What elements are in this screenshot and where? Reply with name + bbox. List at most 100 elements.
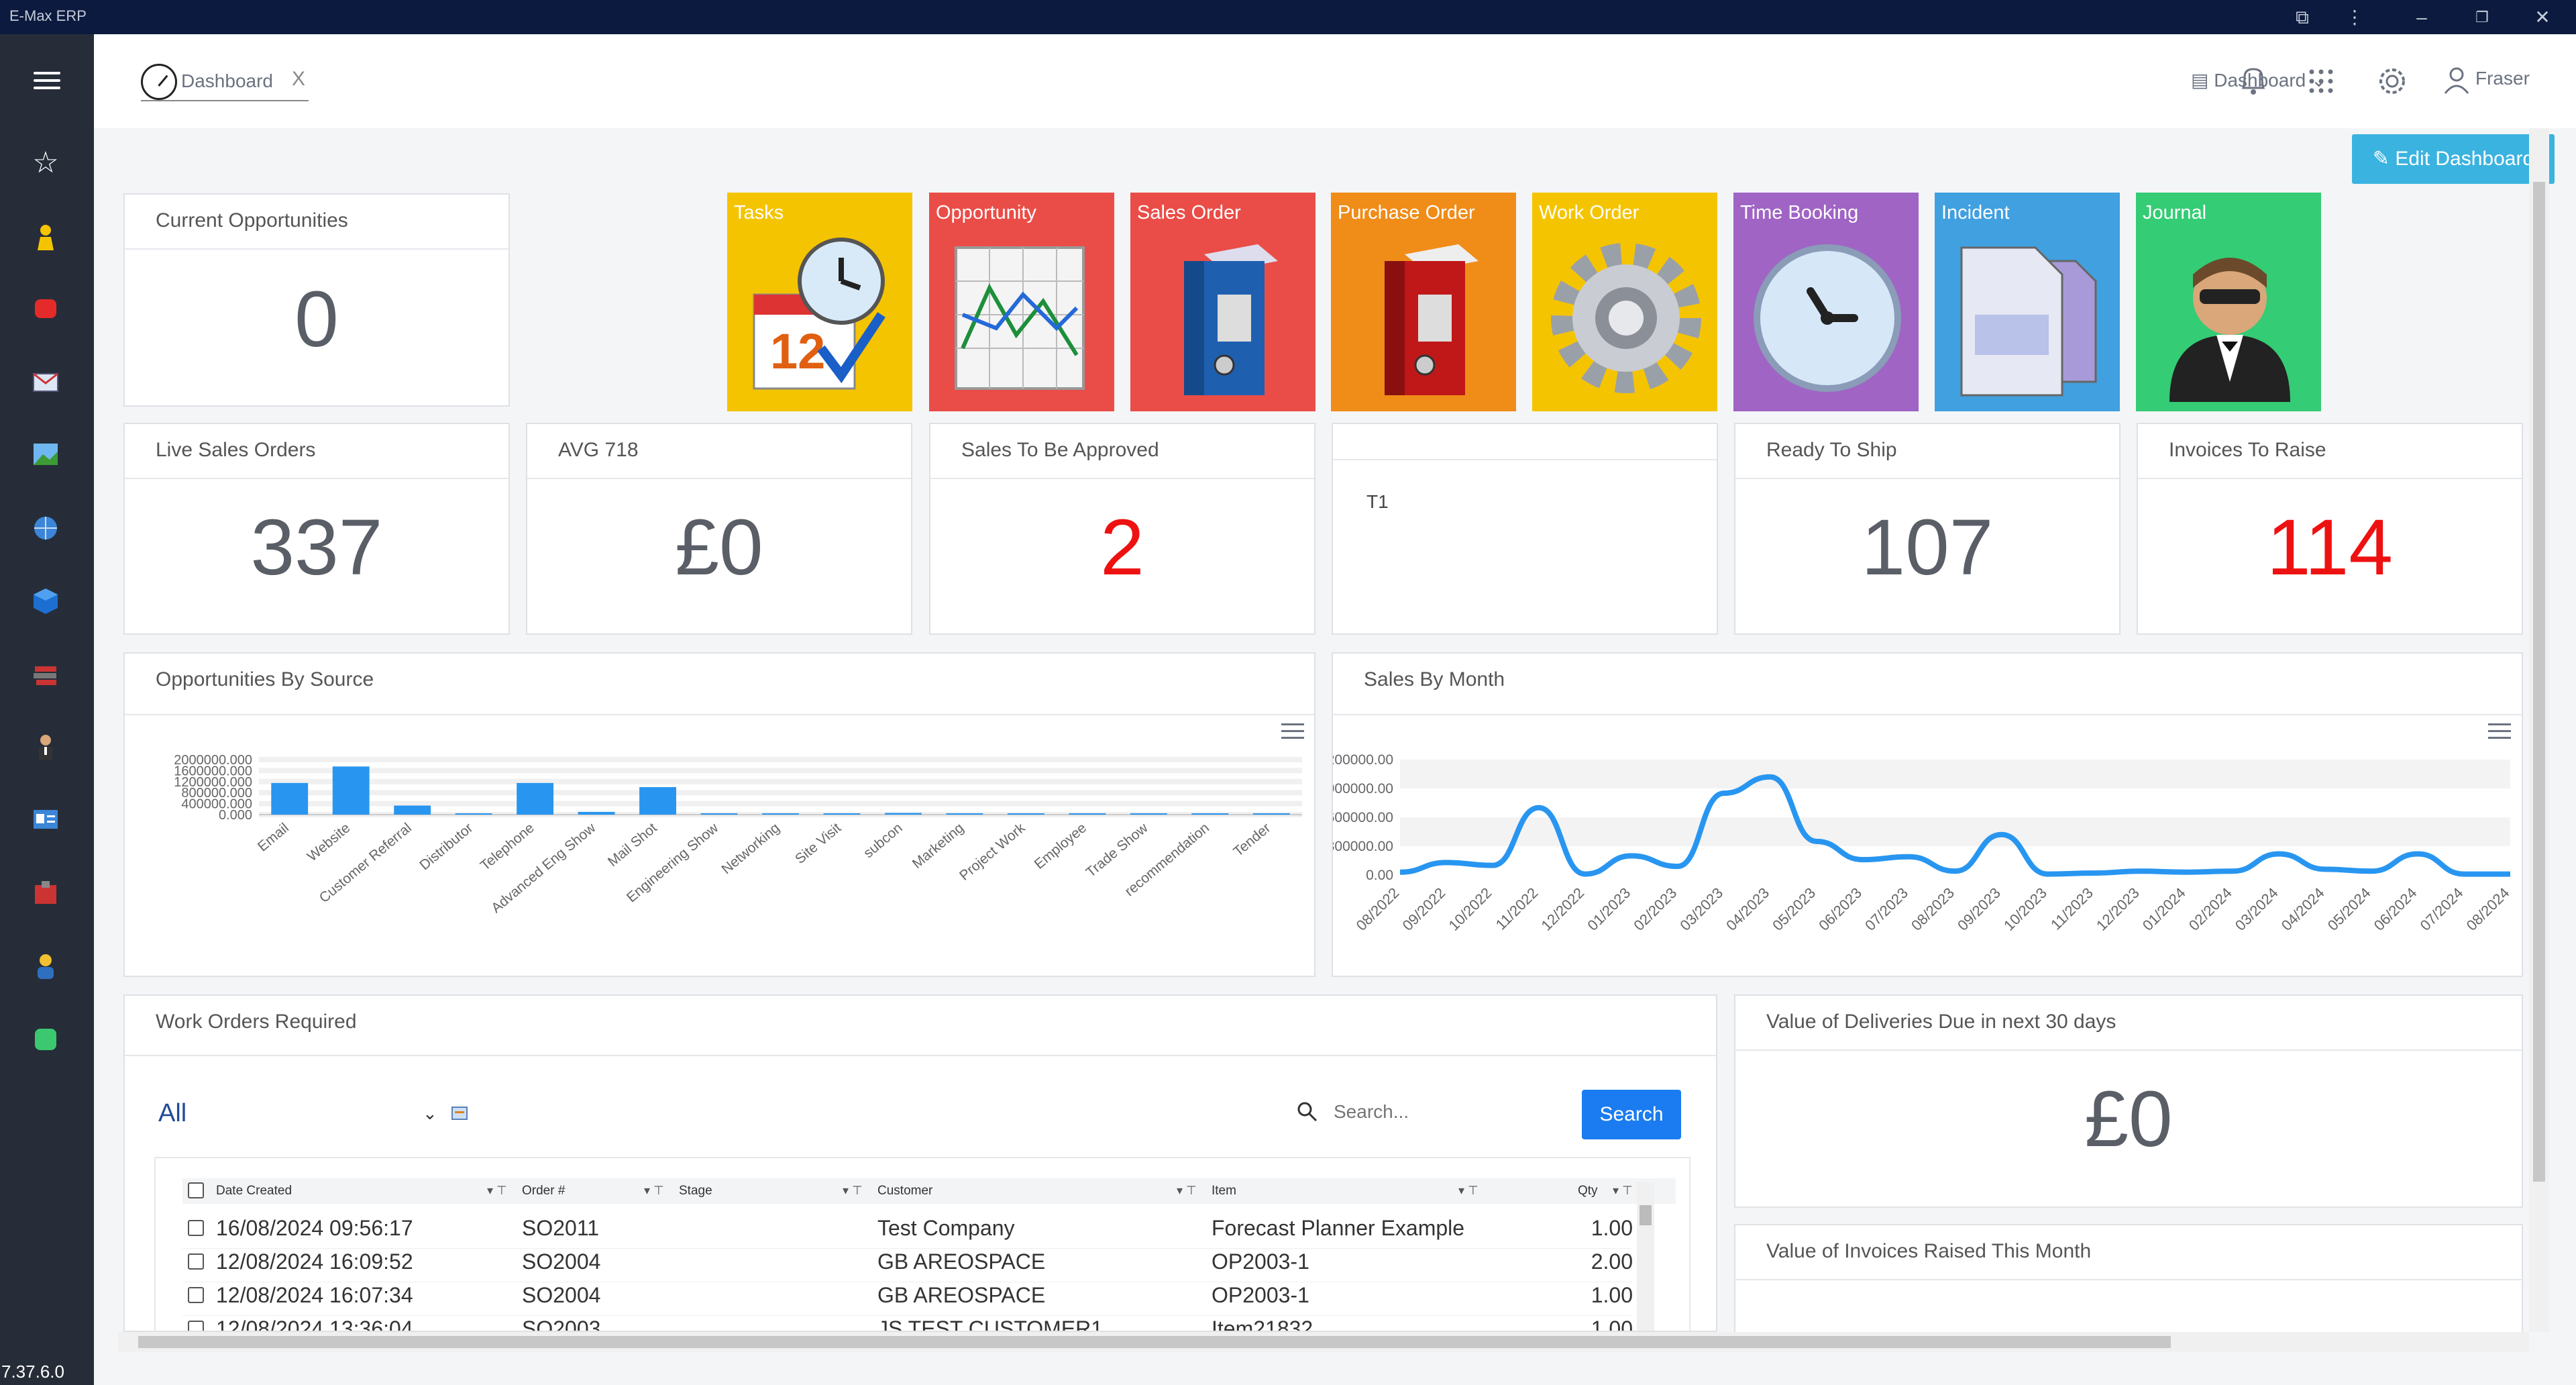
filter-funnel-icon[interactable]: ▾ ⊤ <box>644 1184 664 1198</box>
x-tick-label: 08/2023 <box>1908 884 1957 934</box>
column-header-customer[interactable]: Customer <box>877 1184 932 1198</box>
sidebar-pawn-icon[interactable] <box>31 222 60 252</box>
widget-separator <box>930 478 1314 479</box>
bar <box>332 766 370 815</box>
column-header-stage[interactable]: Stage <box>679 1184 712 1198</box>
widget-title: Value of Invoices Raised This Month <box>1766 1240 2092 1262</box>
x-tick-label: subcon <box>861 820 906 861</box>
column-header-item[interactable]: Item <box>1212 1184 1236 1198</box>
settings-gear-icon[interactable] <box>2376 65 2408 102</box>
filter-options-icon[interactable] <box>451 1105 468 1122</box>
sidebar-user-icon[interactable] <box>31 951 60 980</box>
menu-toggle-icon[interactable] <box>34 72 60 96</box>
table-cell: GB AREOSPACE <box>877 1283 1046 1307</box>
table-cell: 16/08/2024 09:56:17 <box>216 1216 413 1240</box>
column-header-date-created[interactable]: Date Created <box>216 1184 292 1198</box>
tile-incident[interactable]: Incident <box>1935 193 2120 411</box>
tile-time-booking[interactable]: Time Booking <box>1733 193 1919 411</box>
tab-close-icon[interactable]: X <box>292 68 305 91</box>
x-tick-label: Distributor <box>417 820 476 873</box>
widget-separator <box>2138 478 2522 479</box>
horizontal-scroll-thumb[interactable] <box>138 1336 2171 1348</box>
page-horizontal-scrollbar[interactable] <box>118 1332 2529 1352</box>
edit-dashboard-button[interactable]: ✎ Edit Dashboard <box>2352 134 2555 184</box>
tile-journal-label: Journal <box>2143 202 2207 223</box>
sidebar-green-icon[interactable] <box>31 1025 60 1054</box>
filter-funnel-icon[interactable]: ▾ ⊤ <box>1177 1184 1197 1198</box>
tile-work-order-label: Work Order <box>1539 202 1640 223</box>
sidebar-books-icon[interactable] <box>31 658 60 688</box>
butler-icon <box>2169 258 2290 402</box>
column-header-order[interactable]: Order # <box>522 1184 565 1198</box>
chart-icon <box>955 246 1085 390</box>
sidebar-box-icon[interactable] <box>31 878 60 908</box>
table-scroll-thumb[interactable] <box>1640 1205 1652 1225</box>
documents-icon <box>1960 246 2097 397</box>
bar <box>762 813 799 815</box>
row-checkbox[interactable] <box>188 1321 204 1331</box>
filter-funnel-icon[interactable]: ▾ ⊤ <box>487 1184 507 1198</box>
tile-work-order[interactable]: Work Order <box>1532 193 1717 411</box>
search-button[interactable]: Search <box>1582 1090 1681 1139</box>
window-titlebar: E-Max ERP ⧉ ⋮ – ❐ ✕ <box>0 0 2576 34</box>
invoices-raised-widget: Value of Invoices Raised This Month <box>1734 1224 2523 1345</box>
favourites-star-icon[interactable]: ☆ <box>31 148 60 178</box>
x-tick-label: 06/2023 <box>1815 884 1865 934</box>
x-tick-label: 11/2022 <box>1493 884 1542 933</box>
calendar-clock-icon: 12 <box>753 238 885 390</box>
notifications-bell-icon[interactable] <box>2238 64 2269 102</box>
tile-opportunity[interactable]: Opportunity <box>929 193 1114 411</box>
table-cell: Forecast Planner Example <box>1212 1216 1465 1240</box>
widget-separator <box>1735 478 2119 479</box>
tile-purchase-order[interactable]: Purchase Order <box>1331 193 1516 411</box>
invoices-to-raise-widget: Invoices To Raise 114 <box>2137 423 2523 635</box>
widget-separator <box>527 478 911 479</box>
filter-funnel-icon[interactable]: ▾ ⊤ <box>1613 1184 1633 1198</box>
restore-button[interactable]: ❐ <box>2469 4 2496 31</box>
apps-grid-icon[interactable] <box>2308 68 2334 99</box>
extensions-icon[interactable]: ⧉ <box>2289 4 2316 31</box>
widget-title: Current Opportunities <box>156 209 348 232</box>
filter-chevron-icon[interactable]: ⌄ <box>423 1103 437 1124</box>
more-options-icon[interactable]: ⋮ <box>2341 4 2368 31</box>
tile-journal[interactable]: Journal <box>2136 193 2321 411</box>
sidebar-image-icon[interactable] <box>31 440 60 469</box>
close-window-button[interactable]: ✕ <box>2529 4 2556 31</box>
x-tick-label: Marketing <box>910 820 967 872</box>
filter-select[interactable]: All <box>158 1099 186 1128</box>
sidebar-red-icon[interactable] <box>31 294 60 323</box>
vertical-scroll-thumb[interactable] <box>2533 182 2545 1182</box>
x-tick-label: 02/2024 <box>2186 884 2235 934</box>
search-input[interactable] <box>1332 1095 1574 1129</box>
t1-text: T1 <box>1366 491 1389 512</box>
x-tick-label: Site Visit <box>792 820 844 867</box>
filter-funnel-icon[interactable]: ▾ ⊤ <box>1458 1184 1479 1198</box>
row-checkbox[interactable] <box>188 1253 204 1270</box>
row-checkbox[interactable] <box>188 1220 204 1236</box>
sidebar-cube-icon[interactable] <box>31 586 60 615</box>
widget-title: Live Sales Orders <box>156 439 316 461</box>
row-checkbox[interactable] <box>188 1287 204 1303</box>
table-cell: OP2003-1 <box>1212 1283 1309 1307</box>
minimize-button[interactable]: – <box>2408 4 2435 31</box>
sidebar-card-icon[interactable] <box>31 805 60 834</box>
sidebar-mail-icon[interactable] <box>31 367 60 397</box>
x-tick-label: 03/2024 <box>2232 884 2282 934</box>
column-header-qty[interactable]: Qty <box>1578 1184 1598 1198</box>
blue-binder-icon <box>1184 244 1278 395</box>
page-vertical-scrollbar[interactable] <box>2529 128 2549 1332</box>
bar <box>1252 813 1290 815</box>
filter-funnel-icon[interactable]: ▾ ⊤ <box>843 1184 863 1198</box>
user-menu[interactable]: Fraser <box>2442 65 2530 99</box>
gear-icon <box>1551 243 1701 393</box>
work-orders-table: Date Created ▾ ⊤ Order # ▾ ⊤ Stage ▾ ⊤ C… <box>154 1157 1690 1331</box>
table-scrollbar[interactable] <box>1637 1182 1654 1331</box>
select-all-checkbox[interactable] <box>188 1182 204 1198</box>
sidebar-globe-icon[interactable] <box>31 513 60 543</box>
bar <box>946 813 983 815</box>
sidebar-person-icon[interactable] <box>31 732 60 762</box>
tile-tasks[interactable]: Tasks 12 <box>727 193 912 411</box>
bar <box>639 787 676 815</box>
tile-sales-order[interactable]: Sales Order <box>1130 193 1316 411</box>
tab-dashboard[interactable]: Dashboard X <box>141 64 309 101</box>
